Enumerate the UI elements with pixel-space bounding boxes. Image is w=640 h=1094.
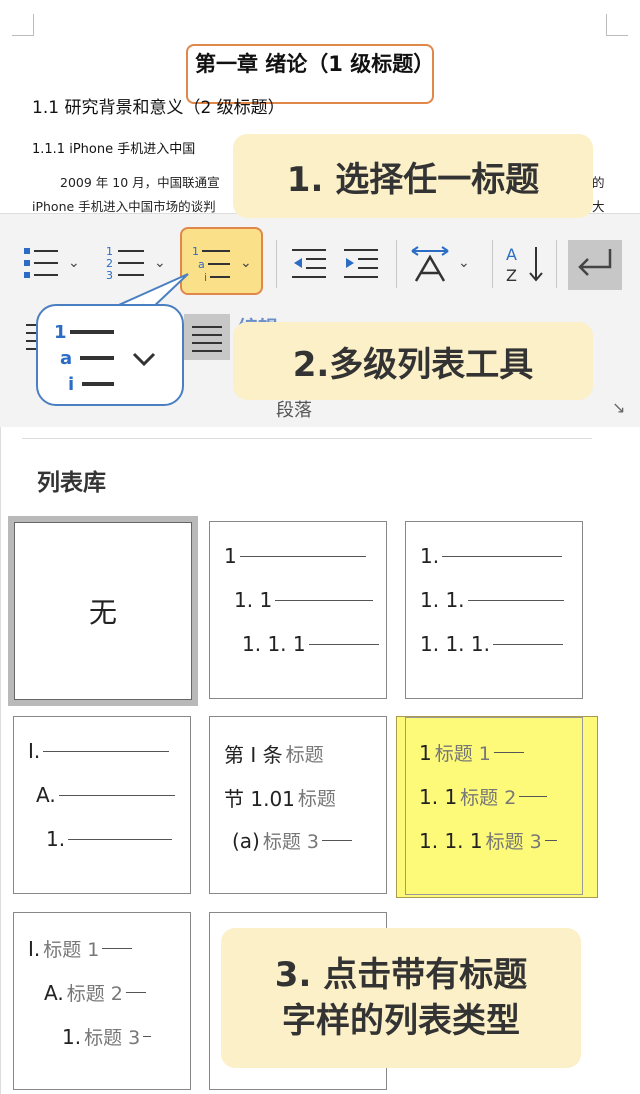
level-label: 标题 3 [485,831,542,853]
level-number: 第 I 条 [224,743,283,767]
level-number: 1. [420,544,440,568]
list-level-row: 1. 标题 3 [62,1023,152,1050]
list-style-tile[interactable]: 1. 1. 1. 1. 1. 1. [405,521,583,699]
level-label: 标题 3 [262,831,320,853]
gallery-divider [22,438,592,439]
list-library-title: 列表库 [37,470,106,496]
chevron-down-icon[interactable]: ⌄ [458,255,470,271]
level-number: 1 [224,544,237,568]
chevron-down-icon[interactable]: ⌄ [240,255,252,271]
justify-button[interactable] [184,314,230,360]
asian-layout-button[interactable]: ⌄ [408,243,470,283]
svg-text:a: a [60,348,72,369]
list-level-row: A. [36,783,175,807]
increase-indent-button[interactable] [342,245,380,281]
list-level-row: 1 [224,544,366,568]
level-number: A. [36,783,56,807]
level-number: I. [28,936,41,961]
level-number: I. [28,739,41,763]
justify-icon [192,326,222,352]
decrease-indent-icon [292,249,326,278]
level-number: 1. 1. 1 [242,632,306,656]
level-number: 1. 1. 1. [420,632,490,656]
sort-icon: A Z [506,245,543,285]
level-number: 1. 1. 1 [419,828,483,853]
bullet-list-button[interactable]: ⌄ [22,243,80,283]
heading-level-3[interactable]: 1.1.1 iPhone 手机进入中国 [32,138,195,157]
level-label: 标题 1 [43,939,100,961]
list-style-label: 无 [88,596,117,629]
list-level-row: 1. 1. 1. [420,632,563,656]
level-label: 标题 2 [66,983,123,1005]
svg-text:Z: Z [506,266,517,285]
chevron-down-icon[interactable]: ⌄ [154,255,166,271]
page-corner-mark [606,14,628,36]
body-text-line: 的 [592,175,605,190]
list-style-tile[interactable]: 第 I 条标题 节 1.01 标题 (a) 标题 3 [209,716,387,894]
level-number: 1. 1. [420,588,465,612]
level-number: (a) [232,828,260,853]
level-number: 1 [419,740,432,765]
level-number: A. [44,980,64,1005]
bullet-list-icon [24,248,58,278]
show-marks-icon-wrap [574,245,618,285]
body-text-line: 2009 年 10 月，中国联通宣 [60,175,220,190]
level-number: 1. 1 [234,588,273,612]
list-style-heading-tile[interactable]: 1 标题 1 1. 1 标题 2 1. 1. 1 标题 3 [396,716,598,898]
level-number: 1. 1 [419,784,458,809]
step-2-callout: 2.多级列表工具 [233,322,593,400]
multilevel-list-icon: 1 a i [54,322,156,395]
step-1-callout: 1. 选择任一标题 [233,134,593,218]
list-level-row: 第 I 条标题 [224,739,324,768]
page-corner-mark [12,14,34,36]
svg-text:i: i [204,271,207,283]
decrease-indent-button[interactable] [290,245,328,281]
chevron-down-icon[interactable]: ⌄ [68,255,80,271]
list-style-tile[interactable]: I. A. 1. [13,716,191,894]
ribbon-separator [396,240,397,288]
list-style-tile[interactable]: I. 标题 1 A. 标题 2 1. 标题 3 [13,912,191,1090]
level-number: 节 1.01 [224,787,295,811]
increase-indent-icon [344,249,378,278]
list-style-none[interactable]: 无 [8,516,198,706]
svg-text:1: 1 [192,245,199,258]
list-level-row: 1. 1 [234,588,374,612]
level-label: 标题 [285,744,324,766]
list-level-row: A. 标题 2 [44,979,146,1006]
list-level-row: (a) 标题 3 [232,827,353,854]
level-number: 1. [46,827,66,851]
asian-layout-icon [411,246,449,282]
ribbon-separator [492,240,493,288]
list-level-row: 1. 1. 1 [242,632,379,656]
list-level-row: 节 1.01 标题 [224,783,336,812]
svg-text:i: i [68,374,74,395]
level-label: 标题 1 [434,743,491,765]
list-level-row: 1. 1. [420,588,564,612]
level-number: 1. [62,1024,82,1049]
step-3-line: 3. 点击带有标题 [274,955,528,995]
show-marks-icon [578,249,612,276]
list-level-row: 1 标题 1 [419,739,524,766]
level-label: 标题 3 [84,1027,141,1049]
dialog-launcher-icon[interactable]: ↘ [612,398,625,417]
level-label: 标题 [297,788,336,810]
ribbon-separator [556,240,557,288]
list-level-row: 1. 1. 1 标题 3 [419,827,557,854]
sort-button[interactable]: A Z [504,243,548,285]
ribbon-separator [276,240,277,288]
multilevel-list-zoom-bubble: 1 a i [36,304,184,406]
list-style-tile[interactable]: 1 1. 1 1. 1. 1 [209,521,387,699]
step-3-line: 字样的列表类型 [282,1001,520,1041]
svg-text:1: 1 [54,322,67,343]
heading-level-2[interactable]: 1.1 研究背景和意义（2 级标题） [32,93,285,118]
list-level-row: 1. [46,827,173,851]
level-label: 标题 2 [460,787,517,809]
list-level-row: I. 标题 1 [28,935,133,962]
list-level-row: I. [28,739,170,763]
step-3-callout: 3. 点击带有标题 字样的列表类型 [221,928,581,1068]
list-level-row: 1. 1 标题 2 [419,783,548,810]
svg-text:A: A [506,245,517,264]
list-level-row: 1. [420,544,563,568]
